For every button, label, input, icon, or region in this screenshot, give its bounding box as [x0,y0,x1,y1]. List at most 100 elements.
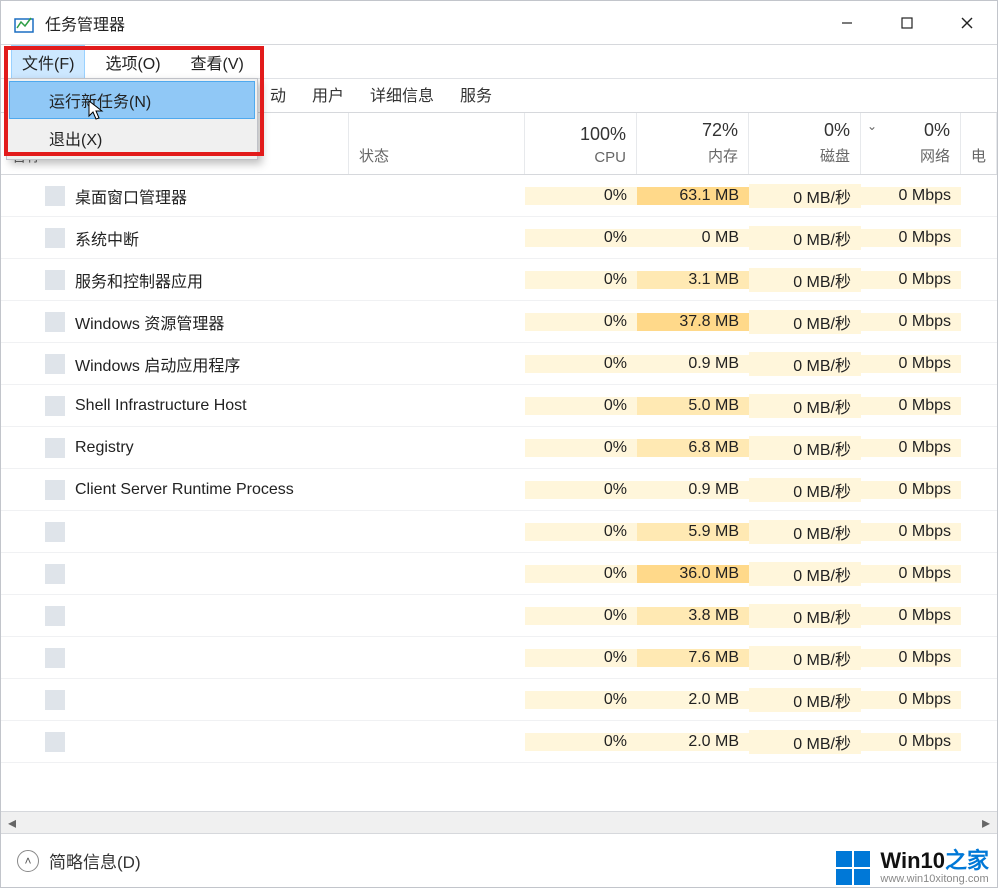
cell-cpu: 0% [525,481,637,499]
cell-memory: 36.0 MB [637,565,749,583]
cell-cpu: 0% [525,355,637,373]
process-icon [45,312,65,332]
minimize-button[interactable] [817,1,877,45]
table-row[interactable]: Shell Infrastructure Host0%5.0 MB0 MB/秒0… [1,385,997,427]
process-icon [45,438,65,458]
cell-network: 0 Mbps [861,397,961,415]
process-list[interactable]: 桌面窗口管理器0%63.1 MB0 MB/秒0 Mbps系统中断0%0 MB0 … [1,175,997,811]
col-memory[interactable]: 72% 内存 [637,113,749,174]
process-name: Shell Infrastructure Host [75,397,247,415]
process-icon [45,228,65,248]
menu-file[interactable]: 文件(F) [11,45,85,79]
process-icon [45,648,65,668]
tab-services[interactable]: 服务 [447,75,505,112]
process-icon [45,480,65,500]
tab-details[interactable]: 详细信息 [357,75,447,112]
table-row[interactable]: Windows 资源管理器0%37.8 MB0 MB/秒0 Mbps [1,301,997,343]
process-name: 服务和控制器应用 [75,268,203,292]
col-network[interactable]: ⌄ 0% 网络 [861,113,961,174]
col-cpu[interactable]: 100% CPU [525,113,637,174]
cell-cpu: 0% [525,271,637,289]
window-title: 任务管理器 [45,11,125,35]
task-manager-window: 任务管理器 文件(F) 选项(O) 查看(V) 动 用户 详细信息 服务 名称 [0,0,998,888]
cell-memory: 0 MB [637,229,749,247]
scroll-left-icon[interactable]: ◂ [1,812,23,834]
cell-name [1,606,349,626]
col-status[interactable]: 状态 [349,113,525,174]
menu-options[interactable]: 选项(O) [95,46,170,78]
cell-name: Shell Infrastructure Host [1,396,349,416]
cell-disk: 0 MB/秒 [749,520,861,544]
scroll-track[interactable] [23,812,975,833]
process-icon [45,522,65,542]
cell-memory: 0.9 MB [637,481,749,499]
table-row[interactable]: 服务和控制器应用0%3.1 MB0 MB/秒0 Mbps [1,259,997,301]
cell-name [1,564,349,584]
cell-disk: 0 MB/秒 [749,562,861,586]
cell-network: 0 Mbps [861,565,961,583]
menubar: 文件(F) 选项(O) 查看(V) [1,45,997,79]
cell-disk: 0 MB/秒 [749,646,861,670]
col-power-partial[interactable]: 电 [961,113,997,174]
fewer-details-button[interactable]: ˄ 简略信息(D) [17,848,141,873]
cell-name: Registry [1,438,349,458]
table-row[interactable]: 0%7.6 MB0 MB/秒0 Mbps [1,637,997,679]
table-row[interactable]: 0%3.8 MB0 MB/秒0 Mbps [1,595,997,637]
cell-network: 0 Mbps [861,733,961,751]
windows-logo-icon [836,851,870,885]
cell-memory: 5.9 MB [637,523,749,541]
table-row[interactable]: 0%36.0 MB0 MB/秒0 Mbps [1,553,997,595]
cell-network: 0 Mbps [861,649,961,667]
cell-disk: 0 MB/秒 [749,394,861,418]
table-row[interactable]: 0%2.0 MB0 MB/秒0 Mbps [1,721,997,763]
window-controls [817,1,997,45]
cell-memory: 63.1 MB [637,187,749,205]
cell-cpu: 0% [525,313,637,331]
tab-startup-partial[interactable]: 动 [257,75,299,112]
menu-view[interactable]: 查看(V) [181,46,254,78]
cell-cpu: 0% [525,187,637,205]
process-icon [45,606,65,626]
table-row[interactable]: Windows 启动应用程序0%0.9 MB0 MB/秒0 Mbps [1,343,997,385]
cell-disk: 0 MB/秒 [749,268,861,292]
cell-disk: 0 MB/秒 [749,310,861,334]
cell-cpu: 0% [525,439,637,457]
table-row[interactable]: 0%2.0 MB0 MB/秒0 Mbps [1,679,997,721]
scroll-right-icon[interactable]: ▸ [975,812,997,834]
cell-disk: 0 MB/秒 [749,478,861,502]
watermark: Win10之家 www.win10xitong.com [836,850,989,885]
menu-exit[interactable]: 退出(X) [9,119,255,157]
cell-name: Client Server Runtime Process [1,480,349,500]
process-icon [45,690,65,710]
process-icon [45,354,65,374]
cell-network: 0 Mbps [861,355,961,373]
process-name: Windows 启动应用程序 [75,352,240,376]
cell-cpu: 0% [525,691,637,709]
table-row[interactable]: 系统中断0%0 MB0 MB/秒0 Mbps [1,217,997,259]
table-row[interactable]: 0%5.9 MB0 MB/秒0 Mbps [1,511,997,553]
cell-name: 桌面窗口管理器 [1,184,349,208]
cell-memory: 0.9 MB [637,355,749,373]
col-disk[interactable]: 0% 磁盘 [749,113,861,174]
cell-memory: 5.0 MB [637,397,749,415]
cell-network: 0 Mbps [861,313,961,331]
cell-name [1,690,349,710]
table-row[interactable]: Registry0%6.8 MB0 MB/秒0 Mbps [1,427,997,469]
close-button[interactable] [937,1,997,45]
menu-run-new-task[interactable]: 运行新任务(N) [9,81,255,119]
cell-name: 系统中断 [1,226,349,250]
process-icon [45,396,65,416]
tab-users[interactable]: 用户 [299,75,357,112]
table-row[interactable]: 桌面窗口管理器0%63.1 MB0 MB/秒0 Mbps [1,175,997,217]
horizontal-scrollbar[interactable]: ◂ ▸ [1,811,997,833]
table-row[interactable]: Client Server Runtime Process 0%0.9 MB0 M… [1,469,997,511]
chevron-down-icon: ⌄ [867,119,877,133]
cell-disk: 0 MB/秒 [749,688,861,712]
cell-memory: 3.8 MB [637,607,749,625]
cell-network: 0 Mbps [861,439,961,457]
maximize-button[interactable] [877,1,937,45]
chevron-up-circle-icon: ˄ [17,850,39,872]
watermark-url: www.win10xitong.com [880,874,989,885]
process-name: 桌面窗口管理器 [75,184,187,208]
cell-name: Windows 资源管理器 [1,310,349,334]
